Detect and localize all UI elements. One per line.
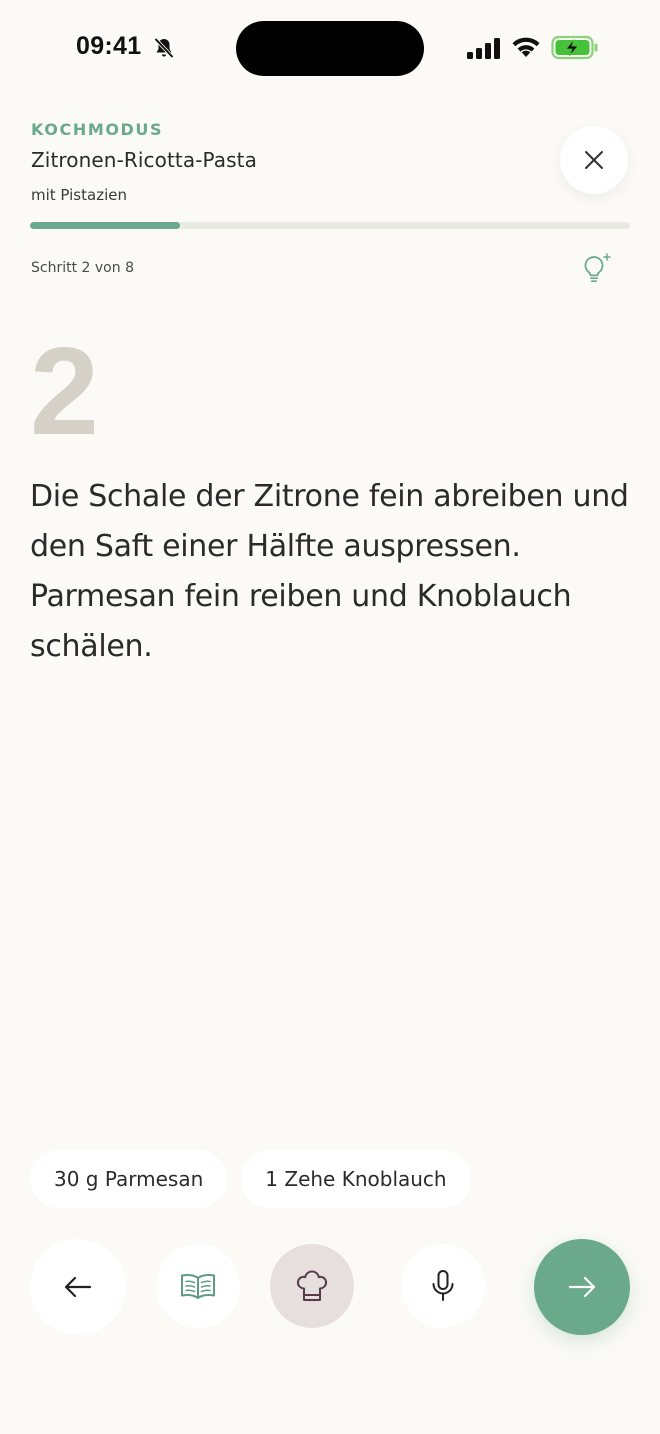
tip-button[interactable] [578, 250, 614, 286]
mode-label: KOCHMODUS [31, 120, 164, 139]
close-icon [585, 151, 603, 169]
step-instruction: Die Schale der Zitrone fein abreiben und… [30, 479, 629, 664]
battery-charging-icon [551, 35, 598, 60]
arrow-right-icon [568, 1276, 596, 1298]
cellular-signal-icon [467, 38, 500, 59]
microphone-icon [432, 1270, 454, 1301]
dynamic-island [236, 21, 424, 76]
progress-fill [30, 222, 180, 229]
recipe-title: Zitronen-Ricotta-Pasta [31, 148, 257, 172]
recipe-subtitle: mit Pistazien [31, 186, 127, 204]
step-counter: Schritt 2 von 8 [31, 260, 134, 276]
arrow-left-icon [64, 1276, 92, 1298]
voice-control-button[interactable] [401, 1244, 485, 1328]
open-book-icon [181, 1274, 215, 1299]
ingredient-chip[interactable]: 1 Zehe Knoblauch [241, 1150, 471, 1208]
ingredient-chips: 30 g Parmesan 1 Zehe Knoblauch [30, 1150, 471, 1208]
previous-step-button[interactable] [30, 1239, 126, 1335]
ingredient-chip[interactable]: 30 g Parmesan [30, 1150, 228, 1208]
cook-assistant-button[interactable] [270, 1244, 354, 1328]
status-bar: 09:41 [0, 0, 660, 96]
progress-bar [30, 222, 630, 229]
status-time: 09:41 [76, 32, 142, 60]
close-button[interactable] [560, 126, 628, 194]
lightbulb-sparkle-icon [584, 253, 611, 283]
recipe-overview-button[interactable] [156, 1244, 240, 1328]
next-step-button[interactable] [534, 1239, 630, 1335]
step-number: 2 [30, 323, 99, 461]
wifi-icon [512, 37, 540, 57]
chef-hat-icon [296, 1270, 328, 1301]
bell-muted-icon [154, 37, 174, 59]
